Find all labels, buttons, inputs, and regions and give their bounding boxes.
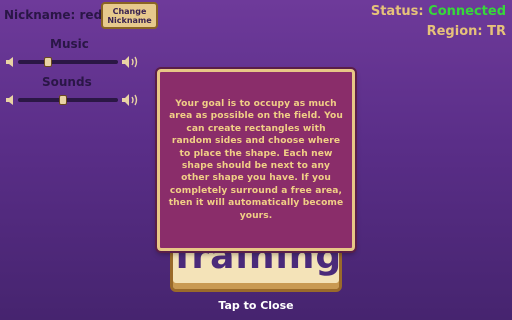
volume-up-icon[interactable] [121, 55, 141, 69]
volume-mute-icon[interactable] [5, 56, 17, 68]
status-label: Status: [370, 4, 424, 19]
status-value: Connected [428, 4, 506, 19]
sounds-slider-track[interactable] [18, 98, 118, 102]
region-label: Region: TR [426, 24, 506, 39]
sounds-slider-knob[interactable] [59, 95, 67, 105]
connection-status: Status: Connected [371, 4, 506, 19]
volume-up-icon[interactable] [121, 93, 141, 107]
music-slider-track[interactable] [18, 60, 118, 64]
nickname-label: Nickname: red [4, 8, 103, 22]
help-modal-text: Your goal is to occupy as much area as p… [168, 98, 344, 221]
tap-to-close-hint[interactable]: Tap to Close [0, 299, 512, 312]
sounds-label: Sounds [42, 75, 92, 89]
help-modal[interactable]: Your goal is to occupy as much area as p… [157, 69, 355, 251]
music-slider-knob[interactable] [44, 57, 52, 67]
change-nickname-button[interactable]: Change Nickname [101, 2, 158, 29]
music-label: Music [50, 37, 89, 51]
volume-mute-icon[interactable] [5, 94, 17, 106]
